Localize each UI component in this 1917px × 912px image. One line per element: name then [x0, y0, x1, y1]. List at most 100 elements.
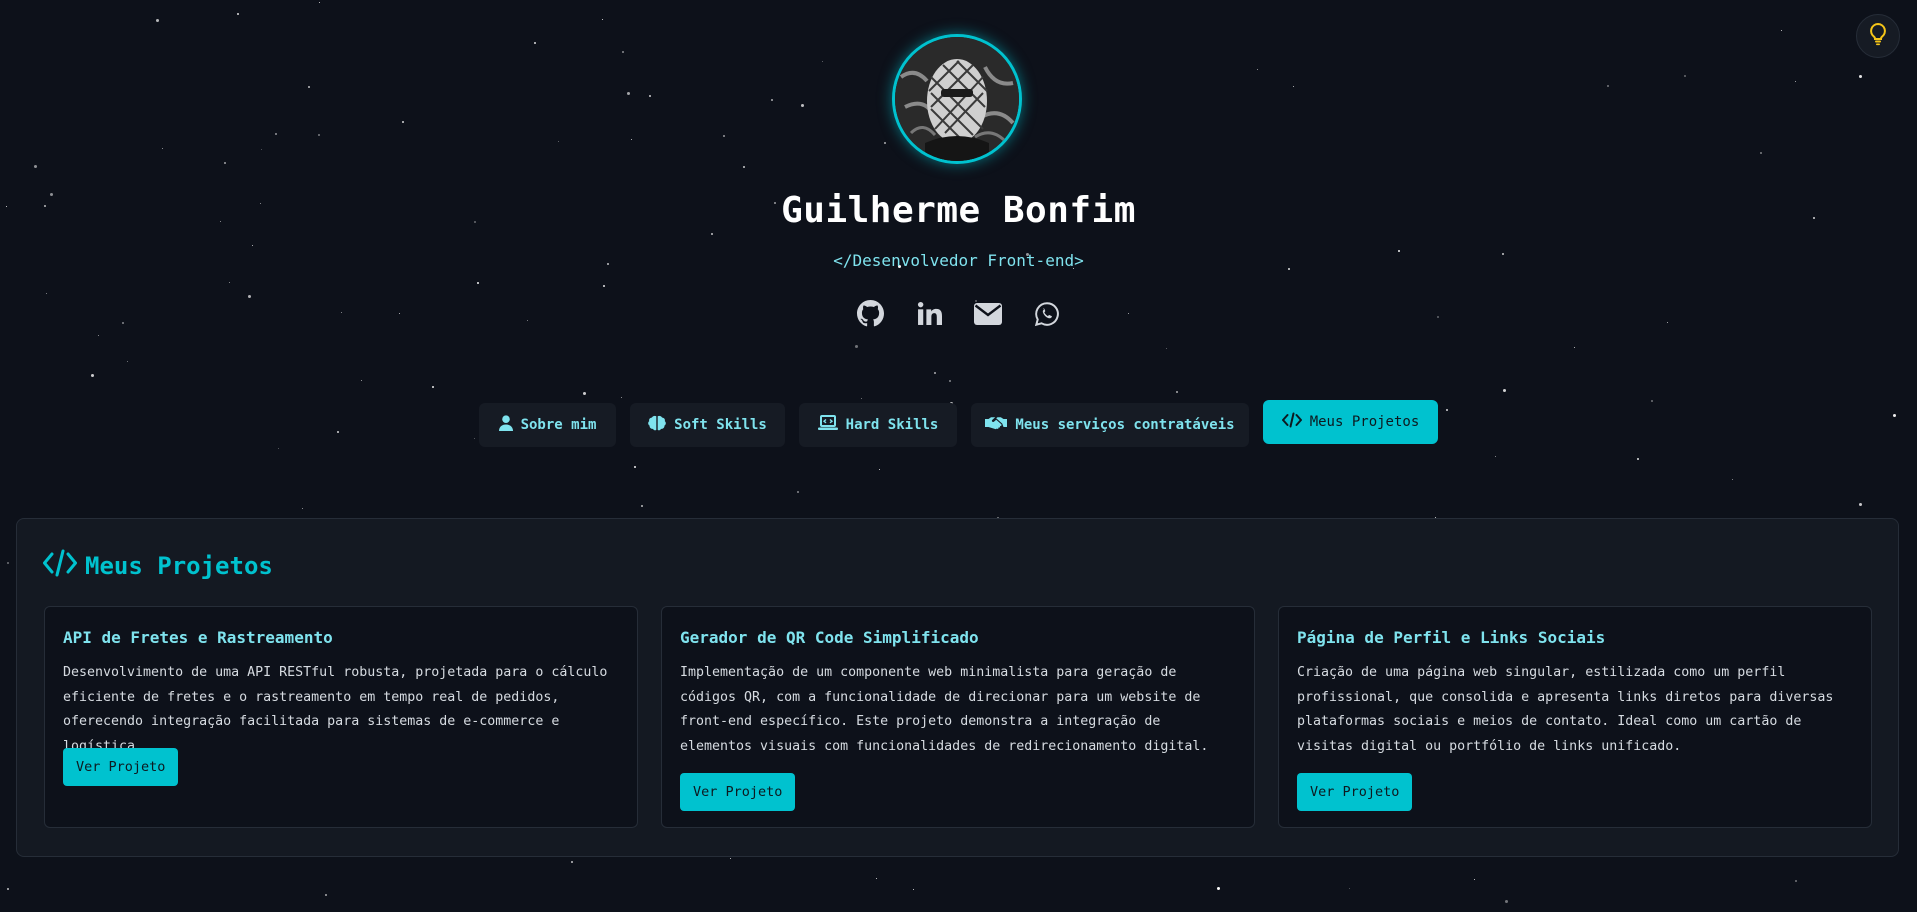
linkedin-icon	[917, 301, 942, 330]
star	[477, 282, 479, 284]
project-description: Desenvolvimento de uma API RESTful robus…	[63, 665, 608, 754]
star	[1176, 391, 1178, 393]
star	[237, 13, 239, 15]
star	[1166, 348, 1168, 350]
tab-sobre-mim[interactable]: Sobre mim	[479, 403, 616, 447]
star	[1495, 456, 1497, 458]
star	[337, 431, 339, 433]
star	[98, 335, 100, 337]
star	[879, 469, 881, 471]
star	[7, 888, 9, 890]
tab-label: Meus Projetos	[1309, 414, 1420, 430]
whatsapp-link[interactable]	[1033, 301, 1062, 330]
star	[855, 345, 858, 348]
theme-toggle-button[interactable]	[1856, 14, 1900, 58]
star	[801, 104, 804, 107]
project-title: Gerador de QR Code Simplificado	[680, 628, 979, 647]
email-link[interactable]	[974, 301, 1003, 330]
star	[884, 142, 886, 144]
star	[558, 141, 560, 143]
star	[730, 858, 732, 860]
section-title-text: Meus Projetos	[85, 552, 273, 580]
tab-label: Hard Skills	[845, 417, 939, 433]
avatar	[892, 34, 1022, 164]
github-icon	[856, 300, 884, 331]
project-title: API de Fretes e Rastreamento	[63, 628, 333, 647]
star	[913, 889, 915, 891]
user-icon	[498, 415, 513, 435]
star	[302, 508, 304, 510]
star	[1859, 75, 1862, 78]
social-links	[0, 300, 1917, 331]
star	[631, 139, 633, 141]
star	[7, 562, 9, 564]
star	[162, 148, 164, 150]
lightbulb-icon	[1868, 22, 1888, 50]
star	[876, 878, 878, 880]
ver-projeto-button[interactable]: Ver Projeto	[680, 773, 796, 811]
star	[1446, 409, 1448, 411]
star	[934, 372, 936, 374]
star	[949, 380, 951, 382]
star	[861, 398, 863, 400]
star	[248, 295, 251, 298]
star	[156, 19, 159, 22]
star	[627, 92, 630, 95]
star	[1474, 879, 1476, 881]
star	[1349, 888, 1351, 890]
star	[621, 397, 623, 399]
star	[622, 51, 624, 53]
star	[46, 293, 48, 295]
project-description: Criação de uma página web singular, esti…	[1297, 665, 1834, 754]
github-link[interactable]	[856, 300, 885, 331]
star	[229, 282, 231, 284]
star	[275, 133, 277, 135]
star	[325, 894, 327, 896]
star	[1217, 887, 1220, 890]
tab-meus-servicos[interactable]: Meus serviços contratáveis	[971, 403, 1249, 447]
star	[1651, 400, 1653, 402]
project-description: Implementação de um componente web minim…	[680, 665, 1209, 754]
code-icon	[43, 549, 77, 583]
tab-label: Sobre mim	[520, 417, 597, 433]
ver-projeto-button[interactable]: Ver Projeto	[1297, 773, 1413, 811]
star	[91, 374, 94, 377]
tab-label: Meus serviços contratáveis	[1015, 417, 1235, 433]
laptop-code-icon	[817, 415, 838, 435]
star	[278, 448, 280, 450]
star	[649, 95, 651, 97]
star	[34, 165, 37, 168]
star	[534, 42, 536, 44]
star	[1795, 880, 1797, 882]
tab-soft-skills[interactable]: Soft Skills	[630, 403, 785, 447]
star	[402, 121, 404, 123]
star	[583, 392, 586, 395]
project-card: API de Fretes e Rastreamento Desenvolvim…	[44, 606, 638, 828]
star	[602, 19, 604, 21]
tab-label: Soft Skills	[674, 417, 767, 433]
star	[224, 162, 226, 164]
project-title: Página de Perfil e Links Sociais	[1297, 628, 1606, 647]
star	[711, 233, 713, 235]
star	[127, 361, 129, 363]
star	[641, 505, 643, 507]
ver-projeto-button[interactable]: Ver Projeto	[63, 748, 179, 786]
star	[1505, 900, 1508, 903]
star	[1503, 389, 1506, 392]
star	[1574, 347, 1576, 349]
project-card: Página de Perfil e Links Sociais Criação…	[1278, 606, 1872, 828]
star	[1257, 69, 1259, 71]
star	[1732, 479, 1734, 481]
star	[771, 99, 773, 101]
tab-hard-skills[interactable]: Hard Skills	[799, 403, 957, 447]
star	[743, 166, 745, 168]
star	[1859, 503, 1862, 506]
star	[634, 466, 636, 468]
linkedin-link[interactable]	[915, 301, 944, 330]
star	[474, 438, 476, 440]
tab-meus-projetos[interactable]: Meus Projetos	[1263, 400, 1438, 444]
star	[1760, 152, 1762, 154]
brain-icon	[648, 415, 666, 435]
star	[261, 149, 263, 151]
star	[1637, 458, 1639, 460]
